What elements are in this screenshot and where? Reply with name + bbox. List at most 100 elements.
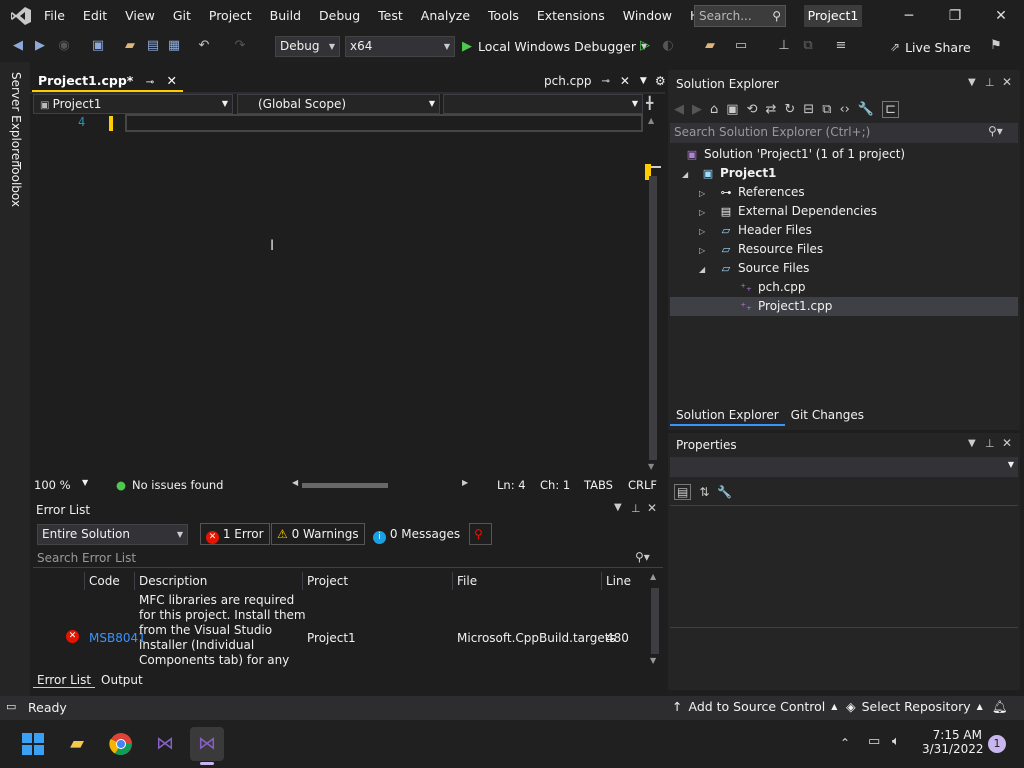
close-panel-icon[interactable]: ✕	[1002, 436, 1012, 450]
home-icon[interactable]: ⌂	[710, 102, 718, 117]
live-share-button[interactable]: ⇗ Live Share	[890, 36, 971, 58]
add-to-source-control-button[interactable]: ↑ Add to Source Control ▲	[672, 699, 837, 714]
visual-studio-icon[interactable]: ⋈	[190, 727, 224, 761]
table-row[interactable]: ✕ MSB8041 MFC libraries are required for…	[33, 590, 647, 670]
tab-list-icon[interactable]: ▼	[640, 76, 647, 86]
settings-icon[interactable]: ⚙	[655, 74, 666, 88]
output-window-icon[interactable]: ▭	[6, 700, 16, 713]
tree-solution[interactable]: ▣ Solution 'Project1' (1 of 1 project)	[684, 145, 905, 164]
menu-test[interactable]: Test	[369, 0, 412, 32]
scope-nav-dropdown[interactable]: (Global Scope) ▼	[237, 94, 440, 114]
platform-dropdown[interactable]: x64 ▼	[345, 36, 455, 57]
code-editor[interactable]: 4 I	[30, 114, 645, 476]
tree-external-dependencies[interactable]: ▤ External Dependencies	[718, 202, 877, 221]
scope-filter-dropdown[interactable]: Entire Solution ▼	[37, 524, 188, 545]
build-filter-icon[interactable]: ⚲	[469, 523, 492, 545]
tree-resource-files[interactable]: ▱ Resource Files	[718, 240, 823, 259]
menu-project[interactable]: Project	[200, 0, 261, 32]
object-selector-dropdown[interactable]: ▼	[670, 457, 1018, 477]
pin-icon[interactable]: ⊸	[146, 77, 154, 88]
eol-indicator[interactable]: CRLF	[628, 478, 657, 492]
refresh-icon[interactable]: ↻	[784, 102, 795, 117]
project-column-header[interactable]: Project	[303, 572, 453, 590]
panel-menu-icon[interactable]: ▼	[968, 438, 976, 449]
close-tab-icon[interactable]: ✕	[620, 74, 630, 88]
scroll-thumb[interactable]	[649, 176, 657, 460]
property-pages-icon[interactable]: 🔧	[717, 485, 732, 499]
tree-file-pch[interactable]: ⁺₊ pch.cpp	[738, 278, 805, 297]
network-icon[interactable]: ▭	[868, 734, 880, 749]
menu-tools[interactable]: Tools	[479, 0, 528, 32]
tabs-indicator[interactable]: TABS	[584, 478, 613, 492]
tab-solution-explorer[interactable]: Solution Explorer	[670, 406, 785, 426]
menu-window[interactable]: Window	[614, 0, 681, 32]
save-all-icon[interactable]: ▦	[166, 38, 182, 54]
show-hidden-icons-icon[interactable]: ⌃	[840, 736, 850, 750]
column-indicator[interactable]: Ch: 1	[540, 478, 570, 492]
menu-extensions[interactable]: Extensions	[528, 0, 614, 32]
redo-icon[interactable]: ↷	[232, 38, 248, 54]
toolbox-tab[interactable]: Toolbox	[9, 162, 23, 207]
line-column-header[interactable]: Line	[602, 572, 647, 590]
close-panel-icon[interactable]: ✕	[647, 501, 657, 515]
zoom-level[interactable]: 100 %	[34, 478, 71, 492]
windows-start-icon[interactable]	[16, 727, 50, 761]
layout-icon[interactable]: ▭	[733, 38, 749, 54]
preview-icon[interactable]: ⊏	[882, 100, 899, 118]
browse-icon[interactable]: ▰	[702, 38, 718, 54]
notifications-bell-icon[interactable]: 🔔︎	[992, 699, 1008, 715]
menu-analyze[interactable]: Analyze	[412, 0, 479, 32]
forward-icon[interactable]: ▶	[692, 102, 702, 117]
error-code-link[interactable]: MSB8041	[89, 631, 146, 645]
warnings-filter-button[interactable]: ⚠ 0 Warnings	[271, 523, 365, 545]
align-icon[interactable]: ⊥	[776, 38, 792, 54]
editor-vertical-scrollbar[interactable]: ▲ ▼	[645, 114, 661, 476]
description-column-header[interactable]: Description	[135, 572, 303, 590]
new-project-icon[interactable]: ▣	[90, 38, 106, 54]
error-list-scrollbar[interactable]: ▲ ▼	[647, 572, 663, 670]
severity-column-header[interactable]	[33, 572, 85, 590]
undo-icon[interactable]: ↶	[196, 38, 212, 54]
clock[interactable]: 7:15 AM 3/31/2022	[922, 728, 984, 756]
copy-icon[interactable]: ⧉	[822, 102, 831, 117]
menu-file[interactable]: File	[35, 0, 74, 32]
open-folder-icon[interactable]: ▰	[122, 38, 138, 54]
save-icon[interactable]: ▤	[145, 38, 161, 54]
switch-views-icon[interactable]: ▣	[726, 102, 738, 117]
maximize-button[interactable]: ❐	[932, 0, 978, 32]
horizontal-scroll-thumb[interactable]	[302, 483, 388, 488]
tree-file-project1[interactable]: ⁺₊ Project1.cpp	[738, 297, 832, 316]
line-indicator[interactable]: Ln: 4	[497, 478, 526, 492]
tab-project1-cpp[interactable]: Project1.cpp* ⊸ ✕	[32, 70, 183, 92]
solution-search-box[interactable]: Search Solution Explorer (Ctrl+;) ⚲▾	[670, 123, 1018, 143]
history-icon[interactable]: ⟲	[747, 102, 758, 117]
menu-debug[interactable]: Debug	[310, 0, 369, 32]
select-repository-button[interactable]: ◈ Select Repository ▲	[846, 699, 983, 714]
tree-header-files[interactable]: ▱ Header Files	[718, 221, 812, 240]
minimize-button[interactable]: ─	[886, 0, 932, 32]
properties-icon[interactable]: 🔧	[858, 102, 874, 117]
chrome-icon[interactable]	[104, 727, 138, 761]
copy-icon[interactable]: ⧉	[800, 38, 816, 54]
sync-icon[interactable]: ⇄	[765, 102, 776, 117]
search-box[interactable]: Search... ⚲	[694, 5, 786, 27]
tab-git-changes[interactable]: Git Changes	[785, 406, 870, 426]
tree-project[interactable]: ▣ Project1	[700, 164, 777, 183]
split-icon[interactable]: ╋	[646, 96, 653, 110]
messages-filter-button[interactable]: i 0 Messages	[367, 523, 467, 545]
back-icon[interactable]: ◀	[674, 102, 684, 117]
menu-edit[interactable]: Edit	[74, 0, 116, 32]
alphabetical-icon[interactable]: ⇅	[699, 485, 709, 499]
pin-icon[interactable]: ⊥	[631, 502, 641, 515]
issues-label[interactable]: No issues found	[132, 478, 223, 492]
forward-icon[interactable]: ▶	[32, 38, 48, 54]
panel-menu-icon[interactable]: ▼	[614, 502, 622, 513]
error-search-box[interactable]: Search Error List ⚲▾	[33, 548, 663, 568]
collapse-all-icon[interactable]: ⊟	[803, 102, 814, 117]
panel-menu-icon[interactable]: ▼	[968, 77, 976, 88]
menu-view[interactable]: View	[116, 0, 164, 32]
project-nav-dropdown[interactable]: ▣ Project1 ▼	[33, 94, 233, 114]
menu-build[interactable]: Build	[261, 0, 310, 32]
indent-icon[interactable]: ≡	[833, 38, 849, 54]
volume-icon[interactable]: 🔈︎	[892, 734, 900, 749]
